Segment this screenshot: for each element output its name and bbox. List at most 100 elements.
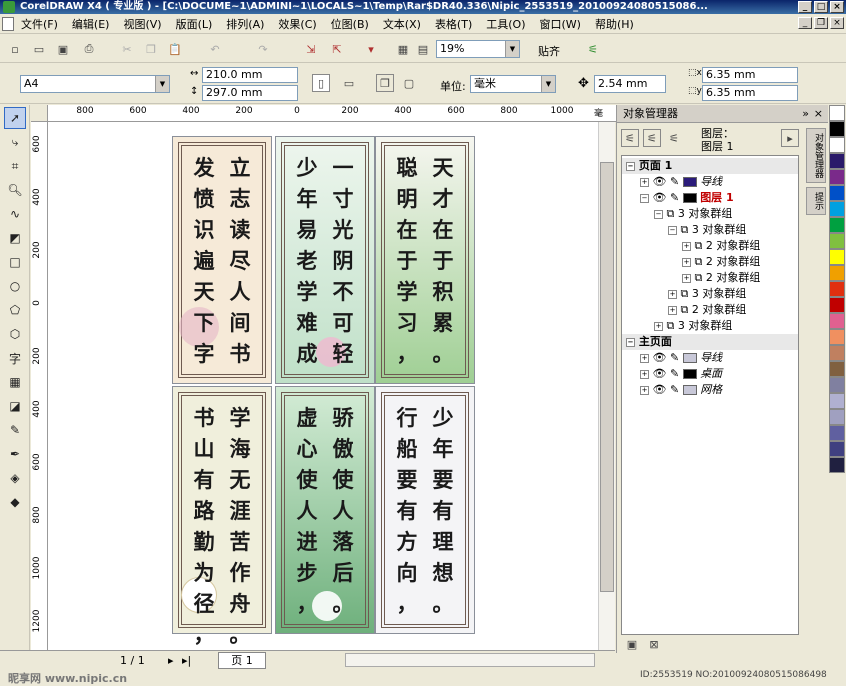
tree-row[interactable]: + 👁︎ ✎ 导线: [622, 174, 798, 190]
open-folder-icon[interactable]: ▭: [30, 40, 48, 58]
delete-icon[interactable]: ⊠: [645, 635, 663, 653]
print-icon[interactable]: ⎙: [80, 40, 98, 58]
tab-hints[interactable]: 提示: [806, 187, 826, 215]
close-docker-icon[interactable]: ×: [814, 105, 823, 123]
tree-row[interactable]: + 👁︎ ✎ 网格: [622, 382, 798, 398]
units-select[interactable]: 毫米 ▼: [470, 75, 556, 93]
landscape-icon[interactable]: ▭: [340, 74, 358, 92]
polygon-tool-icon[interactable]: ⬠: [4, 299, 26, 321]
expand-toggle-icon[interactable]: +: [668, 289, 677, 299]
duplicate-x-input[interactable]: 6.35 mm: [702, 67, 798, 83]
palette-color-chip[interactable]: [829, 169, 845, 185]
ruler-corner[interactable]: [31, 105, 48, 122]
palette-color-chip[interactable]: [829, 297, 845, 313]
page-height-input[interactable]: 297.0 mm: [202, 85, 298, 101]
doc-restore-button[interactable]: ❐: [814, 17, 828, 29]
shape-tool-icon[interactable]: ⤷: [4, 131, 26, 153]
redo-icon[interactable]: ↷: [254, 40, 272, 58]
expand-toggle-icon[interactable]: +: [640, 353, 649, 363]
bookmark-6[interactable]: 少年要有理想。 行船要有方向 ，: [375, 386, 475, 634]
edit-across-layers-icon[interactable]: ⚟: [643, 129, 661, 147]
bookmark-4[interactable]: 学海无涯苦作舟。 书山有路勤为径 ，: [172, 386, 272, 647]
palette-color-chip[interactable]: [829, 377, 845, 393]
zoom-level-select[interactable]: 19% ▼: [436, 40, 520, 58]
duplicate-y-input[interactable]: 6.35 mm: [702, 85, 798, 101]
welcome-screen-icon[interactable]: ▦: [394, 40, 412, 58]
ellipse-tool-icon[interactable]: ○: [4, 275, 26, 297]
snap-to-label[interactable]: 贴齐: [538, 43, 560, 59]
import-icon[interactable]: ⇲: [302, 40, 320, 58]
basic-shapes-tool-icon[interactable]: ⬡: [4, 323, 26, 345]
palette-color-chip[interactable]: [829, 265, 845, 281]
page-tab-1[interactable]: 页 1: [218, 652, 266, 669]
tree-row[interactable]: − ⧉ 3 对象群组: [622, 222, 798, 238]
menu-layout[interactable]: 版面(L): [169, 16, 220, 32]
expand-toggle-icon[interactable]: +: [654, 321, 663, 331]
eyedropper-tool-icon[interactable]: ✎: [4, 419, 26, 441]
tree-row[interactable]: + ⧉ 2 对象群组: [622, 270, 798, 286]
document-icon[interactable]: [2, 17, 14, 31]
expand-toggle-icon[interactable]: +: [682, 257, 691, 267]
menu-effects[interactable]: 效果(C): [271, 16, 323, 32]
tree-row[interactable]: − 主页面: [622, 334, 798, 350]
smart-fill-tool-icon[interactable]: ◩: [4, 227, 26, 249]
expand-toggle-icon[interactable]: +: [640, 177, 649, 187]
palette-color-chip[interactable]: [829, 233, 845, 249]
expand-toggle-icon[interactable]: −: [626, 337, 635, 347]
current-page-icon[interactable]: ▢: [400, 74, 418, 92]
application-launcher-icon[interactable]: ▾: [362, 40, 380, 58]
doc-close-button[interactable]: ×: [830, 17, 844, 29]
layer-visibility-icon[interactable]: 👁︎ ✎: [653, 367, 683, 380]
expand-toggle-icon[interactable]: −: [626, 161, 635, 171]
docker-menu-arrow-icon[interactable]: ▸: [781, 129, 799, 147]
show-properties-icon[interactable]: ⚟: [621, 129, 639, 147]
scrollbar-thumb[interactable]: [600, 162, 614, 592]
menu-text[interactable]: 文本(X): [376, 16, 428, 32]
close-button[interactable]: ×: [830, 1, 844, 13]
palette-color-chip[interactable]: [829, 313, 845, 329]
last-page-icon[interactable]: ▸|: [182, 654, 191, 667]
minimize-button[interactable]: _: [798, 1, 812, 13]
new-document-icon[interactable]: ▫: [6, 40, 24, 58]
palette-color-chip[interactable]: [829, 393, 845, 409]
maximize-button[interactable]: □: [814, 1, 828, 13]
page-width-input[interactable]: 210.0 mm: [202, 67, 298, 83]
menu-tools[interactable]: 工具(O): [479, 16, 532, 32]
horizontal-ruler[interactable]: 800 600 400 200 0 200 400 600 800 1000 毫…: [48, 105, 618, 122]
tree-row[interactable]: − ⧉ 3 对象群组: [622, 206, 798, 222]
expand-toggle-icon[interactable]: +: [682, 241, 691, 251]
tree-row[interactable]: + 👁︎ ✎ 桌面: [622, 366, 798, 382]
interactive-fill-tool-icon[interactable]: ◆: [4, 491, 26, 513]
palette-color-chip[interactable]: [829, 329, 845, 345]
portrait-icon[interactable]: ▯: [312, 74, 330, 92]
save-icon[interactable]: ▣: [54, 40, 72, 58]
expand-toggle-icon[interactable]: +: [668, 305, 677, 315]
menu-file[interactable]: 文件(F): [14, 16, 65, 32]
tree-row[interactable]: + ⧉ 2 对象群组: [622, 254, 798, 270]
drawing-canvas[interactable]: 立志读尽人间书。 发愤识遍天下字， 一寸光阴不可轻。 少年易老学难成， 天才在于…: [48, 122, 598, 650]
palette-color-chip[interactable]: [829, 137, 845, 153]
paper-size-select[interactable]: A4 ▼: [20, 75, 170, 93]
palette-color-chip[interactable]: [829, 201, 845, 217]
crop-tool-icon[interactable]: ⌗: [4, 155, 26, 177]
expand-toggle-icon[interactable]: +: [640, 369, 649, 379]
menu-window[interactable]: 窗口(W): [533, 16, 588, 32]
bookmark-1[interactable]: 立志读尽人间书。 发愤识遍天下字，: [172, 136, 272, 397]
layer-visibility-icon[interactable]: 👁︎ ✎: [653, 175, 683, 188]
tree-row[interactable]: − 页面 1: [622, 158, 798, 174]
tree-row[interactable]: + ⧉ 2 对象群组: [622, 238, 798, 254]
palette-color-chip[interactable]: [829, 441, 845, 457]
vertical-ruler[interactable]: 600 400 200 0 200 400 600 800 1000 1200: [31, 122, 48, 650]
tree-row[interactable]: + ⧉ 3 对象群组: [622, 286, 798, 302]
horizontal-scrollbar[interactable]: [345, 653, 595, 667]
tree-row[interactable]: + ⧉ 2 对象群组: [622, 302, 798, 318]
expand-arrows-icon[interactable]: »: [802, 105, 809, 123]
layer-manager-view-icon[interactable]: ⚟: [665, 129, 683, 147]
layer-visibility-icon[interactable]: 👁︎ ✎: [653, 351, 683, 364]
all-pages-icon[interactable]: ❐: [376, 74, 394, 92]
expand-toggle-icon[interactable]: +: [682, 273, 691, 283]
next-page-icon[interactable]: ▸: [168, 654, 174, 667]
fill-tool-icon[interactable]: ◈: [4, 467, 26, 489]
rectangle-tool-icon[interactable]: □: [4, 251, 26, 273]
palette-color-chip[interactable]: [829, 425, 845, 441]
